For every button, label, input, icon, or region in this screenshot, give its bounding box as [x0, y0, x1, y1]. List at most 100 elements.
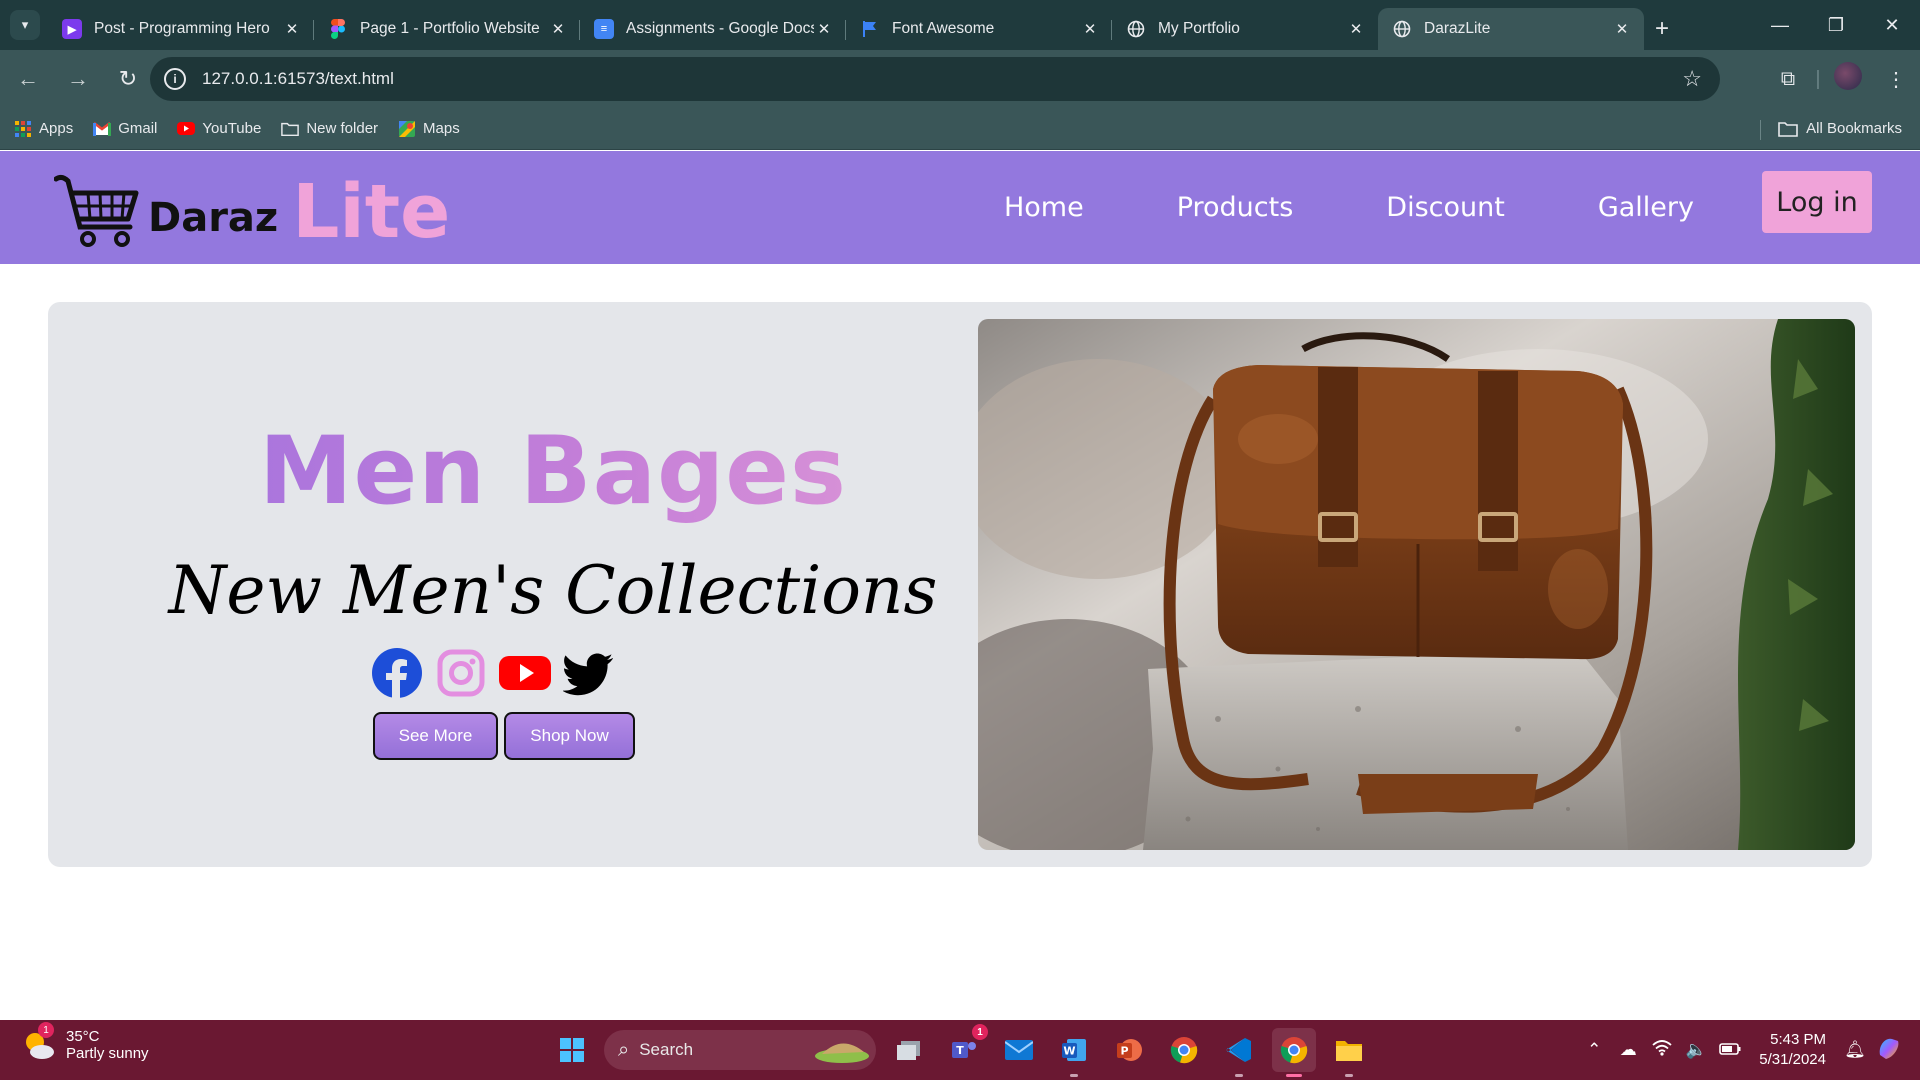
- mail-icon[interactable]: [997, 1028, 1041, 1072]
- windows-start-icon[interactable]: [552, 1030, 592, 1070]
- windows-taskbar: 1 35°C Partly sunny ⌕ Search T 1 W P ⌃ ☁…: [0, 1020, 1920, 1080]
- close-window-icon[interactable]: ✕: [1864, 0, 1920, 50]
- close-tab-icon[interactable]: ✕: [282, 20, 302, 38]
- copilot-icon[interactable]: [1874, 1035, 1904, 1066]
- all-bookmarks-button[interactable]: All Bookmarks: [1760, 120, 1902, 140]
- nav-home[interactable]: Home: [1004, 192, 1084, 223]
- gmail-icon: [93, 120, 112, 138]
- weather-description: Partly sunny: [66, 1045, 149, 1062]
- file-explorer-icon[interactable]: [1327, 1028, 1371, 1077]
- programming-hero-icon: ▶: [62, 19, 82, 39]
- svg-text:W: W: [1063, 1045, 1075, 1058]
- instagram-icon[interactable]: [435, 647, 487, 699]
- new-tab-button[interactable]: +: [1644, 8, 1680, 50]
- chrome-icon[interactable]: [1162, 1028, 1206, 1072]
- reload-icon[interactable]: ↻: [106, 57, 150, 101]
- tab-figma[interactable]: Page 1 - Portfolio Website ✕: [314, 8, 580, 50]
- chevron-up-icon[interactable]: ⌃: [1579, 1040, 1609, 1060]
- battery-icon[interactable]: [1715, 1040, 1745, 1060]
- forward-arrow-icon[interactable]: →: [56, 57, 100, 101]
- youtube-icon[interactable]: [499, 647, 551, 699]
- twitter-icon[interactable]: [563, 647, 615, 699]
- restore-icon[interactable]: ❐: [1808, 0, 1864, 50]
- svg-text:P: P: [1120, 1045, 1128, 1058]
- browser-menu-icon[interactable]: ⋮: [1872, 67, 1920, 92]
- window-controls: — ❐ ✕: [1752, 0, 1920, 50]
- onedrive-cloud-icon[interactable]: ☁: [1613, 1040, 1643, 1060]
- google-docs-icon: ≡: [594, 19, 614, 39]
- search-icon: ⌕: [618, 1038, 630, 1061]
- close-tab-icon[interactable]: ✕: [1346, 20, 1366, 38]
- tab-search-button[interactable]: ▾: [10, 10, 40, 40]
- bookmark-gmail[interactable]: Gmail: [93, 120, 157, 138]
- chrome-active-icon[interactable]: [1272, 1028, 1316, 1077]
- bookmark-youtube[interactable]: YouTube: [177, 120, 261, 138]
- close-tab-icon[interactable]: ✕: [548, 20, 568, 38]
- logo-accent-text: Lite: [292, 169, 451, 255]
- system-tray: ⌃ ☁ 🔈 5:43 PM 5/31/2024 🔔︎: [1579, 1020, 1920, 1080]
- bookmark-label: Apps: [39, 120, 74, 137]
- teams-badge: 1: [972, 1024, 988, 1040]
- browser-tab-bar: ▾ ▶ Post - Programming Hero ✕ Page 1 - P…: [0, 0, 1920, 50]
- teams-icon[interactable]: T 1: [942, 1024, 988, 1072]
- bookmark-label: YouTube: [202, 120, 262, 137]
- svg-text:T: T: [956, 1044, 964, 1057]
- tab-title: Post - Programming Hero: [94, 20, 270, 37]
- see-more-button[interactable]: See More: [373, 712, 498, 760]
- extensions-puzzle-icon[interactable]: ⧉: [1764, 68, 1812, 91]
- tab-title: Font Awesome: [892, 20, 995, 37]
- close-tab-icon[interactable]: ✕: [1080, 20, 1100, 38]
- wifi-icon[interactable]: [1647, 1039, 1677, 1061]
- taskbar-apps: ⌕ Search T 1 W P: [552, 1024, 1371, 1077]
- minimize-icon[interactable]: —: [1752, 0, 1808, 50]
- bookmark-label: New folder: [306, 120, 379, 137]
- tab-title: DarazLite: [1424, 20, 1491, 37]
- tab-font-awesome[interactable]: Font Awesome ✕: [846, 8, 1112, 50]
- close-tab-icon[interactable]: ✕: [1612, 20, 1632, 38]
- vscode-icon[interactable]: [1217, 1028, 1261, 1077]
- nav-discount[interactable]: Discount: [1386, 192, 1505, 223]
- nav-gallery[interactable]: Gallery: [1598, 192, 1694, 223]
- tab-programming-hero[interactable]: ▶ Post - Programming Hero ✕: [48, 8, 314, 50]
- site-info-icon[interactable]: i: [164, 68, 186, 90]
- bookmark-apps[interactable]: Apps: [14, 120, 73, 138]
- close-tab-icon[interactable]: ✕: [814, 20, 834, 38]
- hero-subtitle: New Men's Collections: [168, 552, 938, 629]
- task-view-icon[interactable]: [887, 1028, 931, 1072]
- address-bar[interactable]: i 127.0.0.1:61573/text.html ☆: [150, 57, 1720, 101]
- clock-date: 5/31/2024: [1759, 1051, 1826, 1068]
- powerpoint-icon[interactable]: P: [1107, 1028, 1151, 1072]
- bookmark-new-folder[interactable]: New folder: [281, 120, 378, 138]
- weather-badge: 1: [38, 1022, 54, 1038]
- youtube-icon: [177, 120, 196, 138]
- tab-my-portfolio[interactable]: My Portfolio ✕: [1112, 8, 1378, 50]
- hero-banner: Men Bages New Men's Collections See More…: [48, 302, 1872, 867]
- bookmark-star-icon[interactable]: ☆: [1682, 66, 1702, 92]
- bookmark-label: Gmail: [118, 120, 158, 137]
- site-logo[interactable]: Daraz Lite: [54, 169, 450, 249]
- logo-text: Daraz: [148, 195, 279, 241]
- taskbar-search[interactable]: ⌕ Search: [604, 1030, 876, 1070]
- folder-icon: [281, 120, 300, 138]
- facebook-icon[interactable]: [371, 647, 423, 699]
- profile-avatar[interactable]: [1824, 62, 1872, 96]
- figma-icon: [328, 19, 348, 39]
- folder-icon: [1778, 121, 1798, 137]
- font-awesome-flag-icon: [860, 19, 880, 39]
- main-menu: Home Products Discount Gallery: [911, 151, 1694, 264]
- bookmark-maps[interactable]: Maps: [398, 120, 460, 138]
- login-button[interactable]: Log in: [1762, 171, 1872, 233]
- notifications-bell-icon[interactable]: 🔔︎: [1840, 1040, 1870, 1060]
- tab-google-docs[interactable]: ≡ Assignments - Google Docs ✕: [580, 8, 846, 50]
- browser-toolbar: ← → ↻ i 127.0.0.1:61573/text.html ☆ ⧉ | …: [0, 50, 1920, 108]
- tab-darazlite[interactable]: DarazLite ✕: [1378, 8, 1644, 50]
- word-icon[interactable]: W: [1052, 1028, 1096, 1077]
- system-clock[interactable]: 5:43 PM 5/31/2024: [1759, 1030, 1826, 1070]
- volume-icon[interactable]: 🔈: [1681, 1040, 1711, 1060]
- back-arrow-icon[interactable]: ←: [6, 57, 50, 101]
- tab-title: Assignments - Google Docs: [626, 20, 814, 37]
- weather-widget[interactable]: 1 35°C Partly sunny: [22, 1022, 149, 1062]
- site-navbar: Daraz Lite Home Products Discount Galler…: [0, 151, 1920, 264]
- shop-now-button[interactable]: Shop Now: [504, 712, 635, 760]
- nav-products[interactable]: Products: [1177, 192, 1294, 223]
